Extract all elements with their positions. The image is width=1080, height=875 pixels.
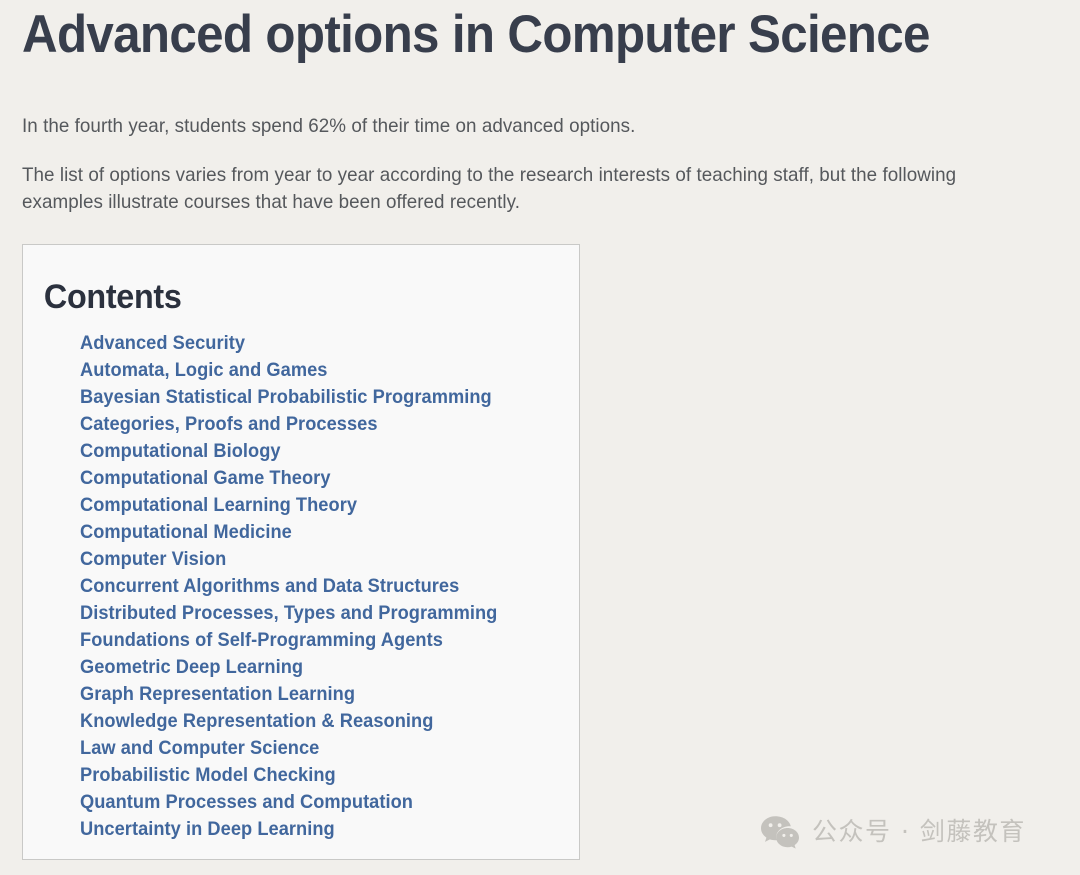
contents-box: Contents Advanced Security Automata, Log… — [22, 244, 580, 860]
contents-link-uncertainty-in-deep-learning[interactable]: Uncertainty in Deep Learning — [80, 816, 335, 843]
list-item: Uncertainty in Deep Learning — [80, 816, 579, 843]
contents-link-computer-vision[interactable]: Computer Vision — [80, 546, 226, 573]
list-item: Quantum Processes and Computation — [80, 789, 579, 816]
intro-paragraph-2: The list of options varies from year to … — [22, 164, 957, 213]
contents-link-knowledge-representation-and-reasoning[interactable]: Knowledge Representation & Reasoning — [80, 708, 433, 735]
intro-paragraph-1: In the fourth year, students spend 62% o… — [22, 115, 636, 137]
contents-link-computational-medicine[interactable]: Computational Medicine — [80, 519, 292, 546]
list-item: Advanced Security — [80, 330, 579, 357]
contents-link-bayesian-statistical-probabilistic-programming[interactable]: Bayesian Statistical Probabilistic Progr… — [80, 384, 492, 411]
contents-link-quantum-processes-and-computation[interactable]: Quantum Processes and Computation — [80, 789, 413, 816]
contents-link-computational-biology[interactable]: Computational Biology — [80, 438, 281, 465]
list-item: Graph Representation Learning — [80, 681, 579, 708]
contents-link-distributed-processes-types-and-programming[interactable]: Distributed Processes, Types and Program… — [80, 600, 497, 627]
contents-list: Advanced Security Automata, Logic and Ga… — [23, 317, 579, 843]
contents-heading: Contents — [43, 278, 182, 316]
watermark-text: 公众号 · 剑藤教育 — [812, 817, 1026, 846]
contents-link-geometric-deep-learning[interactable]: Geometric Deep Learning — [80, 654, 303, 681]
contents-link-computational-game-theory[interactable]: Computational Game Theory — [80, 465, 331, 492]
contents-link-foundations-of-self-programming-agents[interactable]: Foundations of Self-Programming Agents — [80, 627, 443, 654]
contents-link-probabilistic-model-checking[interactable]: Probabilistic Model Checking — [80, 762, 336, 789]
contents-link-concurrent-algorithms-and-data-structures[interactable]: Concurrent Algorithms and Data Structure… — [80, 573, 459, 600]
list-item: Computational Medicine — [80, 519, 579, 546]
contents-link-graph-representation-learning[interactable]: Graph Representation Learning — [80, 681, 355, 708]
list-item: Computational Learning Theory — [80, 492, 579, 519]
page-title: Advanced options in Computer Science — [22, 5, 930, 64]
list-item: Probabilistic Model Checking — [80, 762, 579, 789]
list-item: Concurrent Algorithms and Data Structure… — [80, 573, 579, 600]
list-item: Computational Biology — [80, 438, 579, 465]
contents-link-automata-logic-and-games[interactable]: Automata, Logic and Games — [80, 357, 327, 384]
list-item: Computer Vision — [80, 546, 579, 573]
contents-link-advanced-security[interactable]: Advanced Security — [80, 330, 245, 357]
list-item: Law and Computer Science — [80, 735, 579, 762]
contents-link-computational-learning-theory[interactable]: Computational Learning Theory — [80, 492, 357, 519]
intro-section: In the fourth year, students spend 62% o… — [22, 113, 1068, 216]
list-item: Distributed Processes, Types and Program… — [80, 600, 579, 627]
page-root: Advanced options in Computer Science In … — [0, 0, 1080, 875]
list-item: Knowledge Representation & Reasoning — [80, 708, 579, 735]
list-item: Bayesian Statistical Probabilistic Progr… — [80, 384, 579, 411]
list-item: Foundations of Self-Programming Agents — [80, 627, 579, 654]
watermark: 公众号 · 剑藤教育 — [760, 815, 1026, 849]
wechat-icon — [761, 816, 799, 849]
contents-link-law-and-computer-science[interactable]: Law and Computer Science — [80, 735, 319, 762]
list-item: Automata, Logic and Games — [80, 357, 579, 384]
list-item: Computational Game Theory — [80, 465, 579, 492]
contents-link-categories-proofs-and-processes[interactable]: Categories, Proofs and Processes — [80, 411, 378, 438]
list-item: Geometric Deep Learning — [80, 654, 579, 681]
list-item: Categories, Proofs and Processes — [80, 411, 579, 438]
